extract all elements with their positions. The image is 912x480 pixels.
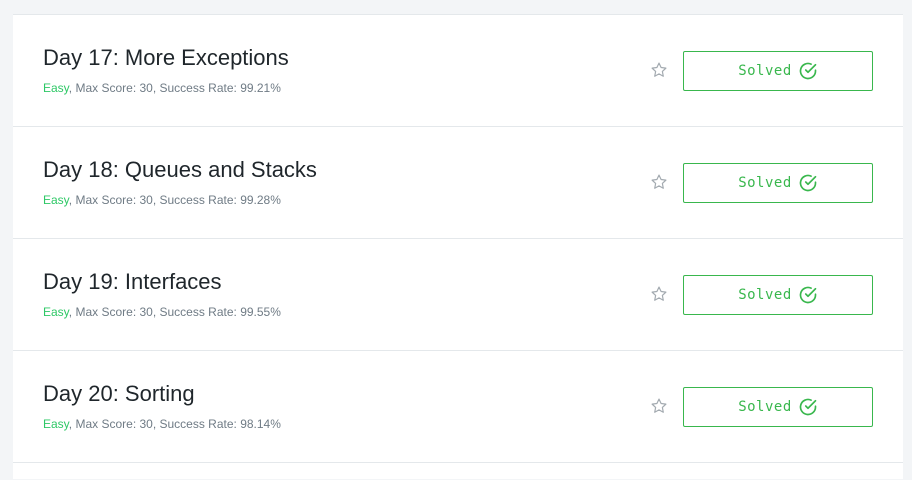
star-icon[interactable] — [650, 397, 668, 415]
challenge-meta: Easy, Max Score: 30, Success Rate: 99.28… — [43, 193, 281, 207]
star-icon[interactable] — [650, 61, 668, 79]
solved-button[interactable]: Solved — [683, 163, 873, 203]
challenge-details: , Max Score: 30, Success Rate: 99.55% — [68, 305, 281, 319]
star-icon[interactable] — [650, 173, 668, 191]
star-icon[interactable] — [650, 285, 668, 303]
challenge-meta: Easy, Max Score: 30, Success Rate: 98.14… — [43, 417, 281, 431]
solved-button[interactable]: Solved — [683, 275, 873, 315]
challenge-list: Day 17: More Exceptions Easy, Max Score:… — [13, 14, 903, 479]
challenge-card: Day 17: More Exceptions Easy, Max Score:… — [13, 14, 903, 126]
challenge-card: Day 20: Sorting Easy, Max Score: 30, Suc… — [13, 350, 903, 462]
solved-label: Solved — [738, 399, 792, 415]
difficulty-label: Easy — [43, 193, 69, 207]
challenge-details: , Max Score: 30, Success Rate: 99.28% — [68, 193, 281, 207]
solved-button[interactable]: Solved — [683, 51, 873, 91]
solved-label: Solved — [738, 175, 792, 191]
difficulty-label: Easy — [43, 81, 69, 95]
difficulty-label: Easy — [43, 417, 69, 431]
check-circle-icon — [799, 398, 817, 416]
challenge-details: , Max Score: 30, Success Rate: 98.14% — [68, 417, 281, 431]
challenge-title[interactable]: Day 20: Sorting — [43, 381, 195, 407]
challenge-title[interactable]: Day 18: Queues and Stacks — [43, 157, 317, 183]
check-circle-icon — [799, 174, 817, 192]
next-card-edge — [13, 462, 903, 479]
solved-button[interactable]: Solved — [683, 387, 873, 427]
check-circle-icon — [799, 62, 817, 80]
challenge-card: Day 18: Queues and Stacks Easy, Max Scor… — [13, 126, 903, 238]
solved-label: Solved — [738, 63, 792, 79]
challenge-card: Day 19: Interfaces Easy, Max Score: 30, … — [13, 238, 903, 350]
challenge-title[interactable]: Day 19: Interfaces — [43, 269, 222, 295]
check-circle-icon — [799, 286, 817, 304]
solved-label: Solved — [738, 287, 792, 303]
challenge-meta: Easy, Max Score: 30, Success Rate: 99.21… — [43, 81, 281, 95]
challenge-details: , Max Score: 30, Success Rate: 99.21% — [68, 81, 281, 95]
difficulty-label: Easy — [43, 305, 69, 319]
challenge-meta: Easy, Max Score: 30, Success Rate: 99.55… — [43, 305, 281, 319]
challenge-title[interactable]: Day 17: More Exceptions — [43, 45, 289, 71]
